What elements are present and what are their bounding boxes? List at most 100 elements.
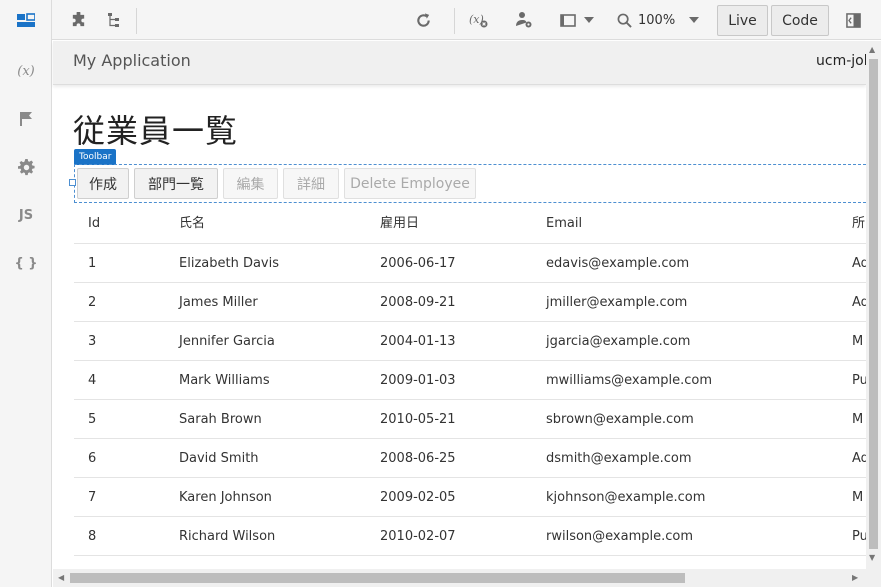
table-cell-hire: 2008-09-21 <box>380 295 456 310</box>
javascript-icon[interactable]: JS <box>0 200 52 230</box>
app-title: My Application <box>73 51 191 70</box>
table-cell-id: 5 <box>88 412 97 427</box>
table-cell-id: 1 <box>88 256 97 271</box>
toolbar-separator <box>454 8 455 34</box>
code-button[interactable]: Code <box>771 5 829 36</box>
table-cell-hire: 2004-01-13 <box>380 334 456 349</box>
table-cell-name: Mark Williams <box>179 373 270 388</box>
table-cell-hire: 2010-05-21 <box>380 412 456 427</box>
column-header[interactable]: 所 <box>852 203 865 244</box>
table-cell-name: David Smith <box>179 451 259 466</box>
departments-button[interactable]: 部門一覧 <box>134 168 218 199</box>
horizontal-scroll-thumb[interactable] <box>70 573 685 583</box>
chevron-down-icon <box>689 17 700 23</box>
table-cell-hire: 2009-01-03 <box>380 373 456 388</box>
table-cell-email: jmiller@example.com <box>546 295 688 310</box>
table-row[interactable]: 7 Karen Johnson 2009-02-05 kjohnson@example… <box>74 478 866 517</box>
table-cell-email: kjohnson@example.com <box>546 490 706 505</box>
table-cell-email: jgarcia@example.com <box>546 334 691 349</box>
refresh-icon[interactable] <box>412 0 434 40</box>
structure-icon[interactable] <box>104 0 124 40</box>
table-header-row: Id 氏名 雇用日 Email 所 <box>74 203 866 244</box>
json-label: { } <box>14 255 38 271</box>
table-cell-name: Richard Wilson <box>179 529 276 544</box>
table-cell-hire: 2006-06-17 <box>380 256 456 271</box>
table-cell-dept: M <box>852 334 864 349</box>
app-header: My Application ucm-joh <box>53 41 866 85</box>
variables-icon[interactable]: (x) <box>0 56 52 86</box>
flag-icon[interactable] <box>0 104 52 134</box>
vertical-scroll-thumb[interactable] <box>869 59 878 549</box>
left-activity-bar: (x) JS { } <box>0 0 52 587</box>
table-cell-dept: M <box>852 490 864 505</box>
puzzle-icon[interactable] <box>67 0 89 40</box>
table-cell-email: edavis@example.com <box>546 256 690 271</box>
json-icon[interactable]: { } <box>0 248 52 278</box>
zoom-level: 100% <box>638 12 676 28</box>
top-toolbar: (x) 100% Live Code <box>52 0 881 40</box>
vertical-scrollbar[interactable]: ▲ ▼ <box>866 41 881 569</box>
scrollbar-corner <box>866 569 881 587</box>
page-title: 従業員一覧 <box>73 112 239 150</box>
table-cell-id: 4 <box>88 373 97 388</box>
variables-label: (x) <box>17 63 35 79</box>
scroll-down-arrow-icon[interactable]: ▼ <box>869 553 875 563</box>
variable-debug-icon[interactable]: (x) <box>467 0 491 40</box>
column-header[interactable]: Email <box>546 203 582 244</box>
table-cell-id: 7 <box>88 490 97 505</box>
table-row[interactable]: 3 Jennifer Garcia 2004-01-13 jgarcia@exampl… <box>74 322 866 361</box>
page-designer-icon[interactable] <box>0 5 52 35</box>
table-cell-dept: Pu <box>852 373 866 388</box>
details-button[interactable]: 詳細 <box>283 168 339 199</box>
scroll-up-arrow-icon[interactable]: ▲ <box>869 45 875 55</box>
table-row[interactable]: 2 James Miller 2008-09-21 jmiller@example.c… <box>74 283 866 322</box>
table-row[interactable]: 6 David Smith 2008-06-25 dsmith@example.com… <box>74 439 866 478</box>
toolbar-separator <box>136 8 137 34</box>
table-row[interactable]: 4 Mark Williams 2009-01-03 mwilliams@exampl… <box>74 361 866 400</box>
gear-icon[interactable] <box>0 152 52 182</box>
table-cell-dept: Ad <box>852 451 866 466</box>
table-cell-name: Jennifer Garcia <box>179 334 275 349</box>
table-cell-email: dsmith@example.com <box>546 451 692 466</box>
table-cell-id: 2 <box>88 295 97 310</box>
table-cell-id: 3 <box>88 334 97 349</box>
table-cell-email: sbrown@example.com <box>546 412 694 427</box>
toolbar-selection-tag: Toolbar <box>74 149 117 165</box>
table-row[interactable]: 8 Richard Wilson 2010-02-07 rwilson@example… <box>74 517 866 556</box>
selection-handle[interactable] <box>69 179 76 186</box>
scroll-left-arrow-icon[interactable]: ◀ <box>58 573 64 583</box>
table-cell-hire: 2010-02-07 <box>380 529 456 544</box>
table-row[interactable]: 1 Elizabeth Davis 2006-06-17 edavis@example… <box>74 244 866 283</box>
create-button[interactable]: 作成 <box>77 168 129 199</box>
table-cell-id: 8 <box>88 529 97 544</box>
employee-table: Id 氏名 雇用日 Email 所 1 Elizabeth Davis 2006-0… <box>74 203 866 569</box>
column-header[interactable]: 氏名 <box>179 203 205 244</box>
magnifier-icon <box>617 13 632 28</box>
horizontal-scrollbar[interactable]: ◀ ▶ <box>53 569 866 587</box>
column-header[interactable]: 雇用日 <box>380 203 419 244</box>
edit-button[interactable]: 編集 <box>223 168 278 199</box>
column-header[interactable]: Id <box>88 203 100 244</box>
javascript-label: JS <box>18 207 34 223</box>
scroll-right-arrow-icon[interactable]: ▶ <box>852 573 858 583</box>
table-cell-name: Sarah Brown <box>179 412 262 427</box>
table-cell-dept: M <box>852 412 864 427</box>
delete-employee-button[interactable]: Delete Employee <box>344 168 476 199</box>
table-cell-name: Elizabeth Davis <box>179 256 280 271</box>
table-cell-email: rwilson@example.com <box>546 529 694 544</box>
table-cell-id: 6 <box>88 451 97 466</box>
table-cell-hire: 2008-06-25 <box>380 451 456 466</box>
chevron-down-icon <box>584 17 594 23</box>
table-cell-name: Karen Johnson <box>179 490 272 505</box>
layout-icon <box>560 13 576 27</box>
layout-dropdown[interactable] <box>557 0 597 40</box>
live-button[interactable]: Live <box>717 5 768 36</box>
zoom-control[interactable]: 100% <box>617 0 700 40</box>
user-settings-icon[interactable] <box>512 0 536 40</box>
user-name[interactable]: ucm-joh <box>816 53 866 69</box>
panel-toggle-icon[interactable] <box>842 0 864 40</box>
table-cell-dept: Ad <box>852 256 866 271</box>
table-cell-email: mwilliams@example.com <box>546 373 712 388</box>
table-cell-dept: Ad <box>852 295 866 310</box>
table-row[interactable]: 5 Sarah Brown 2010-05-21 sbrown@example.com… <box>74 400 866 439</box>
